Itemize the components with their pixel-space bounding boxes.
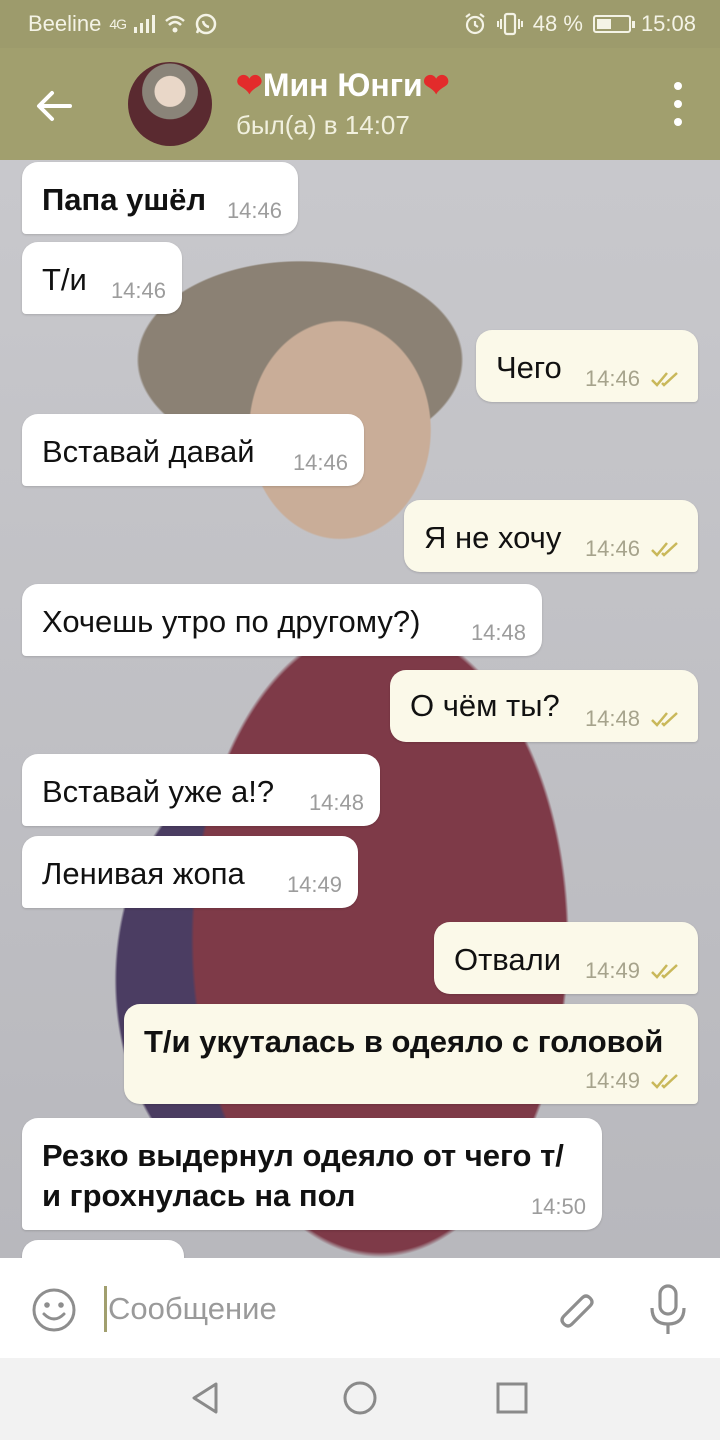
message-bubble[interactable]: Вставай уже а!? 14:48 — [22, 754, 380, 826]
message-bubble[interactable]: О чём ты? 14:48 — [390, 670, 698, 742]
message-bubble[interactable]: Отвали 14:49 — [434, 922, 698, 994]
nav-back-icon[interactable] — [186, 1378, 226, 1418]
clock: 15:08 — [640, 11, 696, 36]
dot — [674, 118, 682, 126]
message-bubble[interactable]: Резко выдернул одеяло от чего т/ и грохн… — [22, 1118, 602, 1230]
message-bubble[interactable]: Я не хочу 14:46 — [404, 500, 698, 572]
message-time: 14:49 — [286, 872, 342, 897]
more-menu-button[interactable] — [666, 82, 690, 126]
nav-home-icon[interactable] — [340, 1378, 380, 1418]
message-bubble[interactable]: Хочешь утро по другому?) 14:48 — [22, 584, 542, 656]
message-time: 14:46 — [292, 450, 348, 475]
arrow-left-icon — [37, 91, 72, 121]
wifi-icon — [165, 15, 185, 33]
network-type: 4G — [109, 16, 127, 32]
chat-title[interactable]: ❤Мин Юнги❤ — [236, 66, 450, 104]
heart-icon: ❤ — [422, 67, 450, 103]
double-check-icon — [651, 1074, 678, 1089]
message-time: 14:49 — [584, 958, 640, 983]
message-time: 14:48 — [308, 790, 364, 815]
message-input-bar — [0, 1258, 720, 1358]
message-text: Хочешь утро по другому?) — [42, 604, 421, 639]
text-cursor — [104, 1286, 107, 1332]
message-time: 14:49 — [584, 1068, 640, 1093]
message-time: 14:48 — [470, 620, 526, 645]
dot — [674, 82, 682, 90]
double-check-icon — [651, 372, 678, 387]
message-time: 14:46 — [584, 366, 640, 391]
message-text: Т/и укуталась в одеяло с головой — [144, 1024, 664, 1059]
avatar[interactable] — [128, 62, 212, 146]
double-check-icon — [651, 542, 678, 557]
message-time: 14:50 — [530, 1194, 586, 1219]
last-seen: был(а) в 14:07 — [236, 110, 410, 140]
message-bubble[interactable]: Т/и 14:46 — [22, 242, 182, 314]
message-bubble[interactable]: Вставай давай 14:46 — [22, 414, 364, 486]
chat-area[interactable]: Папа ушёл 14:46 Т/и 14:46 Чего 14:46 Вст… — [0, 160, 720, 1258]
signal-icon — [134, 15, 156, 33]
back-button[interactable] — [26, 78, 82, 134]
dot — [674, 100, 682, 108]
whatsapp-icon — [195, 13, 217, 35]
message-time: 14:46 — [226, 198, 282, 223]
carrier-name: Beeline — [28, 11, 102, 36]
battery-percent: 48 % — [532, 11, 583, 36]
heart-icon: ❤ — [236, 67, 263, 103]
status-bar: Beeline 4G 48 % 15:08 — [0, 0, 720, 48]
chat-header: ❤Мин Юнги❤ был(а) в 14:07 — [0, 48, 720, 160]
message-time: 14:48 — [584, 706, 640, 731]
battery-icon — [592, 15, 635, 33]
message-input[interactable] — [108, 1284, 528, 1334]
system-navigation-bar — [0, 1358, 720, 1440]
message-bubble[interactable]: Папа ушёл 14:46 — [22, 162, 298, 234]
message-time: 14:46 — [110, 278, 166, 303]
double-check-icon — [651, 964, 678, 979]
alarm-icon — [465, 13, 485, 35]
message-bubble[interactable]: Чего 14:46 — [476, 330, 698, 402]
message-bubble-partial[interactable] — [22, 1240, 184, 1258]
message-text: Резко выдернул одеяло от чего т/ и грохн… — [42, 1138, 564, 1213]
contact-name: Мин Юнги — [262, 67, 423, 103]
smiley-icon[interactable] — [30, 1286, 78, 1334]
vibrate-icon — [496, 12, 523, 36]
nav-recents-icon[interactable] — [492, 1378, 532, 1418]
paperclip-icon[interactable] — [552, 1284, 600, 1332]
message-time: 14:46 — [584, 536, 640, 561]
message-bubble[interactable]: Ленивая жопа 14:49 — [22, 836, 358, 908]
double-check-icon — [651, 712, 678, 727]
message-bubble[interactable]: Т/и укуталась в одеяло с головой 14:49 — [124, 1004, 698, 1104]
microphone-icon[interactable] — [646, 1284, 690, 1336]
